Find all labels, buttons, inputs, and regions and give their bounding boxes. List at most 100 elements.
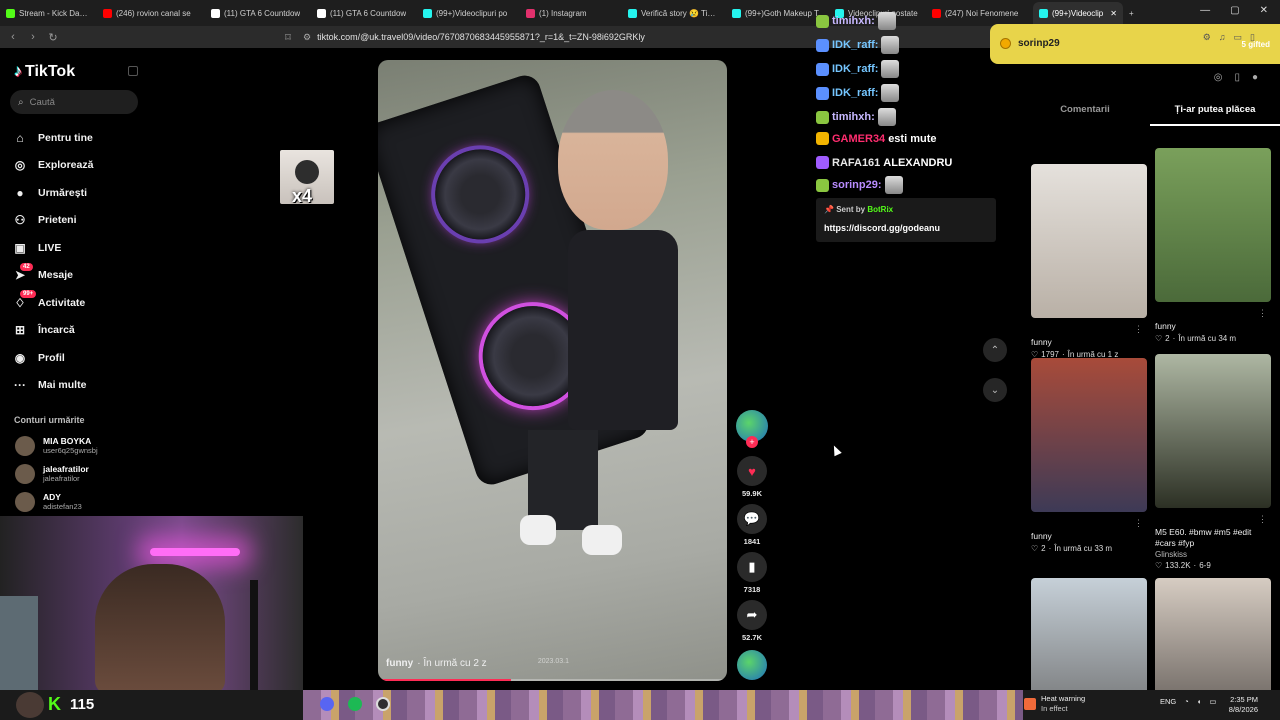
browser-tab[interactable]: (1) Instagram xyxy=(520,2,622,24)
sidebar-item-messages[interactable]: ➤ 42 Mesaje xyxy=(12,262,93,290)
share-icon[interactable]: ➦ xyxy=(737,600,767,630)
sidebar-item-label: Mesaje xyxy=(38,269,74,282)
followed-account[interactable]: ADY adistefan23 xyxy=(15,492,82,512)
chat-badge-icon xyxy=(816,86,829,100)
save-action[interactable]: ▮ 7318 xyxy=(737,552,767,594)
browser-tab[interactable]: (99+)Videoclipuri po xyxy=(417,2,520,24)
previous-video-button[interactable]: ⌃ xyxy=(983,338,1007,362)
bookmark-icon[interactable]: ⌑ xyxy=(281,31,295,44)
heart-icon[interactable]: ♥ xyxy=(737,456,767,486)
user-avatar-icon[interactable]: ● xyxy=(1252,72,1258,83)
browser-tab[interactable]: Verifică story 😢 TikTo xyxy=(622,2,726,24)
followed-account[interactable]: jaleafratilor jaleafratilor xyxy=(15,464,89,484)
like-action[interactable]: ♥ 59.9K xyxy=(737,456,767,498)
minimize-icon[interactable]: — xyxy=(1200,5,1210,16)
sidebar-item-profile[interactable]: ◉ Profil xyxy=(12,344,93,372)
sidebar-item-more[interactable]: ··· Mai multe xyxy=(12,372,93,400)
recommended-card[interactable]: M5 E60. #bmw #m5 #edit #cars #fyp ⋮ Glinsk… xyxy=(1155,354,1271,570)
video-author[interactable]: funny xyxy=(386,658,413,669)
clock[interactable]: 2:35 PM 8/8/2026 xyxy=(1229,695,1258,715)
volume-icon[interactable]: ◖ xyxy=(1197,697,1202,706)
browser-tab[interactable]: (11) GTA 6 Countdow xyxy=(205,2,311,24)
chat-emote-icon xyxy=(881,36,900,54)
sidebar-item-upload[interactable]: ⊞ Încarcă xyxy=(12,317,93,345)
chat-username[interactable]: timihxh: xyxy=(832,15,875,27)
tab-title: Verifică story 😢 TikTo xyxy=(641,8,719,18)
card-author[interactable]: Glinskiss xyxy=(1155,550,1271,559)
chat-username[interactable]: sorinp29: xyxy=(832,179,882,191)
obs-icon[interactable] xyxy=(376,697,390,711)
close-window-icon[interactable]: ✕ xyxy=(1260,5,1268,16)
card-thumbnail[interactable] xyxy=(1031,358,1147,512)
sidebar-item-home[interactable]: ⌂ Pentru tine xyxy=(12,124,93,152)
card-more-icon[interactable]: ⋮ xyxy=(1134,518,1143,529)
recommended-card[interactable]: funny ⋮ ♡ 2 · În urmă cu 34 m xyxy=(1155,148,1271,343)
chat-username[interactable]: timihxh: xyxy=(832,111,875,123)
spotify-icon[interactable] xyxy=(348,697,362,711)
tab-comments[interactable]: Comentarii xyxy=(1020,102,1150,126)
close-tab-icon[interactable]: ✕ xyxy=(1110,9,1117,18)
card-thumbnail[interactable] xyxy=(1155,148,1271,302)
discord-icon[interactable] xyxy=(320,697,334,711)
music-disc-icon[interactable] xyxy=(737,650,767,680)
browser-tab[interactable]: (247) Noi Fenomene xyxy=(926,2,1033,24)
kick-logo-icon: K xyxy=(48,694,61,714)
extension-icon[interactable]: ⚙ xyxy=(1203,32,1211,43)
new-tab-button[interactable]: + xyxy=(1123,2,1140,24)
bookmark-save-icon[interactable]: ▮ xyxy=(737,552,767,582)
browser-tab[interactable]: Stream - Kick Dashbo xyxy=(0,2,97,24)
forward-icon[interactable]: › xyxy=(26,31,40,43)
chat-username[interactable]: IDK_raff: xyxy=(832,63,878,75)
wifi-icon[interactable]: ◔ xyxy=(1184,697,1189,706)
chat-username[interactable]: RAFA161 xyxy=(832,157,880,169)
music-icon[interactable]: ♫ xyxy=(1219,32,1226,43)
phone-icon[interactable]: ▯ xyxy=(1234,72,1240,83)
browser-tab[interactable]: (11) GTA 6 Countdow xyxy=(311,2,417,24)
browser-tab[interactable]: (246) rovion canal se xyxy=(97,2,205,24)
sidebar-item-live[interactable]: ▣ LIVE xyxy=(12,234,93,262)
reload-icon[interactable]: ↻ xyxy=(46,31,60,44)
card-caption: funny xyxy=(1031,337,1052,347)
comment-icon[interactable]: 💬 xyxy=(737,504,767,534)
share-action[interactable]: ➦ 52.7K xyxy=(737,600,767,642)
card-more-icon[interactable]: ⋮ xyxy=(1134,324,1143,335)
maximize-icon[interactable]: ▢ xyxy=(1230,5,1239,16)
followed-account[interactable]: MIA BOYKA user6q25gwnsbj xyxy=(15,436,98,456)
back-icon[interactable]: ‹ xyxy=(6,31,20,43)
tab-recommended[interactable]: Ți-ar putea plăcea xyxy=(1150,102,1280,126)
chat-username[interactable]: IDK_raff: xyxy=(832,39,878,51)
follow-plus-icon[interactable]: + xyxy=(746,436,758,448)
tiktok-logo[interactable]: ♪ TikTok xyxy=(14,63,75,81)
compass-small-icon[interactable]: ◎ xyxy=(1214,72,1223,83)
heat-title: Heat warning xyxy=(1041,694,1086,703)
weather-widget[interactable]: Heat warning In effect xyxy=(1024,694,1085,714)
recommended-card[interactable]: funny ⋮ ♡ 1797 · În urmă cu 1 z xyxy=(1031,164,1147,359)
recommended-card[interactable]: funny ⋮ ♡ 2 · În urmă cu 33 m xyxy=(1031,358,1147,553)
card-more-icon[interactable]: ⋮ xyxy=(1258,514,1267,525)
chat-username[interactable]: IDK_raff: xyxy=(832,87,878,99)
bot-url[interactable]: https://discord.gg/godeanu xyxy=(824,223,940,233)
site-info-icon[interactable]: ⚙ xyxy=(303,32,311,43)
next-video-button[interactable]: ⌄ xyxy=(983,378,1007,402)
browser-tab[interactable]: (99+)Goth Makeup T xyxy=(726,2,829,24)
search-input[interactable]: ⌕ Caută xyxy=(10,90,138,114)
chat-username[interactable]: GAMER34 xyxy=(832,133,885,145)
sidebar-item-friends[interactable]: ⚇ Prieteni xyxy=(12,207,93,235)
language-indicator[interactable]: ENG xyxy=(1160,697,1176,706)
tab-favicon-icon xyxy=(6,8,15,18)
collapse-sidebar-icon[interactable] xyxy=(128,66,138,76)
sidebar-item-following[interactable]: ● Urmărești xyxy=(12,179,93,207)
creator-avatar[interactable]: + xyxy=(736,410,768,448)
card-meta: ♡ 2 · În urmă cu 33 m xyxy=(1031,544,1147,553)
card-thumbnail[interactable] xyxy=(1031,164,1147,318)
card-time: În urmă cu 34 m xyxy=(1178,334,1237,343)
comment-action[interactable]: 💬 1841 xyxy=(737,504,767,546)
sidebar-item-activity[interactable]: ♢ 99+ Activitate xyxy=(12,289,93,317)
browser-tab[interactable]: (99+)Videoclip ✕ xyxy=(1033,2,1123,24)
card-thumbnail[interactable] xyxy=(1155,354,1271,508)
battery-icon[interactable]: ▭ xyxy=(1209,697,1216,706)
card-more-icon[interactable]: ⋮ xyxy=(1258,308,1267,319)
video-player[interactable]: 2023.03.1 funny · În urmă cu 2 z xyxy=(378,60,727,681)
sidebar-item-compass[interactable]: ◎ Explorează xyxy=(12,152,94,180)
video-progress-bar[interactable] xyxy=(378,679,727,681)
